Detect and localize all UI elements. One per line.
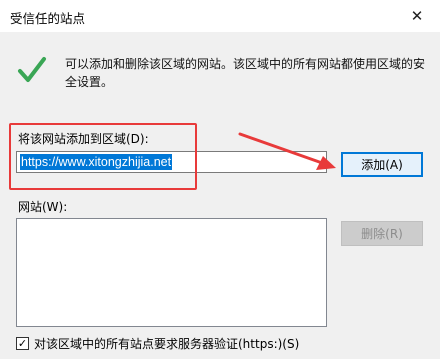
- info-line-2: 全设置。: [65, 75, 114, 89]
- sites-label: 网站(W):: [18, 200, 68, 214]
- title-bar: 受信任的站点 ✕: [0, 0, 440, 32]
- checkmark-icon: ✓: [17, 336, 28, 350]
- remove-button[interactable]: 删除(R): [341, 221, 423, 246]
- info-message: 可以添加和删除该区域的网站。该区域中的所有网站都使用区域的安 全设置。: [65, 55, 430, 91]
- add-site-label: 将该网站添加到区域(D):: [18, 132, 149, 146]
- https-verification-row[interactable]: ✓ 对该区域中的所有站点要求服务器验证(https:)(S): [16, 335, 299, 351]
- add-site-input[interactable]: https://www.xitongzhijia.net: [16, 151, 327, 173]
- trusted-sites-dialog: 受信任的站点 ✕ 可以添加和删除该区域的网站。该区域中的所有网站都使用区域的安 …: [0, 0, 440, 359]
- info-line-1: 可以添加和删除该区域的网站。该区域中的所有网站都使用区域的安: [65, 57, 426, 71]
- https-checkbox[interactable]: ✓: [16, 336, 29, 350]
- add-button[interactable]: 添加(A): [341, 152, 423, 177]
- close-icon: ✕: [410, 7, 424, 25]
- dialog-title: 受信任的站点: [10, 11, 86, 26]
- close-button[interactable]: ✕: [394, 0, 440, 32]
- sites-list[interactable]: [16, 218, 327, 327]
- https-checkbox-label: 对该区域中的所有站点要求服务器验证(https:)(S): [34, 336, 300, 351]
- add-site-input-value: https://www.xitongzhijia.net: [20, 154, 173, 170]
- check-icon: [18, 57, 46, 82]
